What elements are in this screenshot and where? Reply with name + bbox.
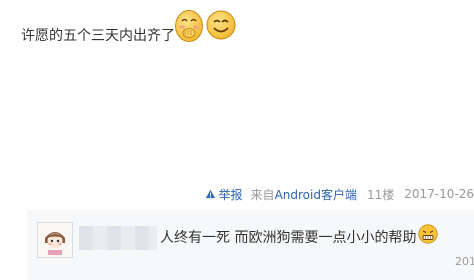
report-link[interactable]: 举报 xyxy=(205,186,243,203)
floor-number: 11楼 xyxy=(366,187,395,202)
smile-emoji-icon xyxy=(206,10,236,40)
post-date: 2017-10-26 xyxy=(404,187,474,201)
post-content-text: 许愿的五个三天内出齐了 xyxy=(21,28,175,44)
shy-emoji-icon xyxy=(175,10,203,42)
post-tail-bar: 举报 来自Android客户端 11楼 2017-10-26 xyxy=(205,184,474,204)
reply-user-avatar[interactable] xyxy=(37,222,73,258)
client-link[interactable]: Android客户端 xyxy=(275,188,357,202)
report-label: 举报 xyxy=(218,187,243,202)
client-prefix: 来自 xyxy=(250,187,275,202)
reply-content-text: 人终有一死 而欧洲狗需要一点小小的帮助 xyxy=(160,230,417,246)
report-icon xyxy=(205,189,215,198)
client-source: 来自Android客户端 xyxy=(251,186,357,203)
reply-username-redacted[interactable] xyxy=(79,226,157,250)
grimace-emoji-icon xyxy=(418,224,438,244)
